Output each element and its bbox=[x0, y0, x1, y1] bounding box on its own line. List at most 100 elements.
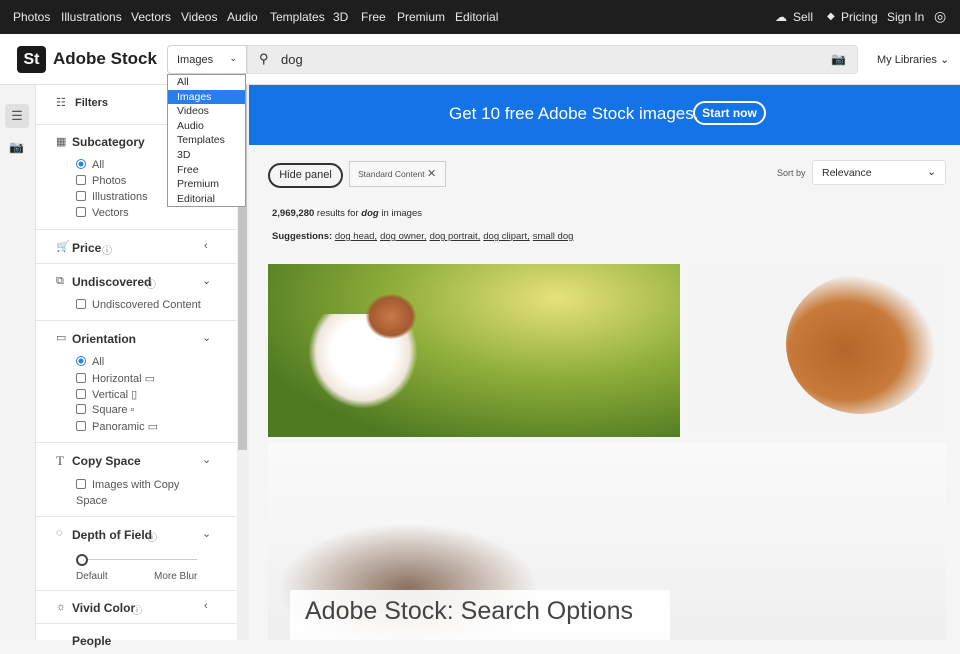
nav-videos[interactable]: Videos bbox=[181, 10, 217, 24]
depth-slider-track[interactable] bbox=[82, 559, 197, 560]
undiscovered-icon: ⧉ bbox=[56, 275, 64, 287]
price-section[interactable]: 🛒 Price ⓘ ‹ bbox=[36, 230, 237, 264]
dropdown-option-images[interactable]: Images bbox=[168, 89, 245, 105]
dropdown-option-videos[interactable]: Videos bbox=[168, 104, 245, 119]
my-libraries-button[interactable]: My Libraries ⌄ bbox=[877, 53, 949, 66]
nav-vectors[interactable]: Vectors bbox=[131, 10, 171, 24]
content-type-select[interactable]: Images ⌄ bbox=[167, 45, 247, 74]
nav-templates[interactable]: Templates bbox=[270, 10, 325, 24]
subcategory-vectors-checkbox[interactable]: Vectors bbox=[76, 207, 129, 219]
filters-title: Filters bbox=[75, 97, 109, 109]
dropdown-option-editorial[interactable]: Editorial bbox=[168, 192, 245, 207]
suggestion-link[interactable]: small dog bbox=[533, 231, 574, 242]
filters-icon: ☷ bbox=[56, 97, 66, 109]
results-count: 2,969,280 results for dog in images bbox=[272, 208, 422, 219]
dropdown-option-premium[interactable]: Premium bbox=[168, 177, 245, 192]
nav-illustrations[interactable]: Illustrations bbox=[61, 10, 122, 24]
text-icon: T bbox=[56, 453, 64, 468]
copy-space-title[interactable]: Copy Space bbox=[72, 454, 141, 468]
result-image-running-dog[interactable] bbox=[268, 264, 680, 437]
subcategory-illustrations-checkbox[interactable]: Illustrations bbox=[76, 191, 148, 203]
orientation-panoramic-checkbox[interactable]: Panoramic ▭ bbox=[76, 420, 158, 433]
start-now-button[interactable]: Start now bbox=[693, 101, 766, 125]
chevron-down-icon[interactable]: ⌄ bbox=[202, 274, 211, 287]
logo[interactable]: St bbox=[17, 46, 46, 73]
promo-banner: Get 10 free Adobe Stock images. Start no… bbox=[249, 85, 960, 145]
search-icon: ⚲ bbox=[259, 51, 269, 66]
suggestion-link[interactable]: dog clipart, bbox=[483, 231, 529, 242]
chevron-left-icon[interactable]: ‹ bbox=[204, 240, 208, 252]
chevron-down-icon[interactable]: ⌄ bbox=[202, 331, 211, 344]
dropdown-option-all[interactable]: All bbox=[168, 75, 245, 90]
orientation-square-checkbox[interactable]: Square ▫ bbox=[76, 404, 134, 416]
undiscovered-content-checkbox[interactable]: Undiscovered Content bbox=[76, 299, 201, 311]
side-rail: ☰ 📷 bbox=[0, 85, 36, 640]
copy-space-checkbox[interactable]: Images with Copy Space bbox=[76, 477, 186, 509]
depth-max-label: More Blur bbox=[154, 571, 198, 582]
camera-icon[interactable]: 📷 bbox=[9, 140, 24, 154]
camera-search-icon[interactable]: 📷 bbox=[831, 52, 846, 66]
nav-editorial[interactable]: Editorial bbox=[455, 10, 498, 24]
subcategory-photos-checkbox[interactable]: Photos bbox=[76, 175, 126, 187]
vivid-color-section[interactable]: ☼ Vivid Color ⓘ ‹ bbox=[36, 591, 237, 624]
depth-of-field-section: ◌ Depth of Field ⓘ ⌄ Default More Blur bbox=[36, 517, 237, 591]
result-image-puppy[interactable] bbox=[686, 264, 946, 437]
orientation-vertical-checkbox[interactable]: Vertical ▯ bbox=[76, 388, 137, 401]
chevron-left-icon[interactable]: ‹ bbox=[204, 600, 208, 612]
sort-select[interactable]: Relevance ⌄ bbox=[812, 160, 946, 185]
vivid-color-title: Vivid Color bbox=[72, 601, 136, 615]
dropdown-option-3d[interactable]: 3D bbox=[168, 148, 245, 163]
depth-of-field-title[interactable]: Depth of Field bbox=[72, 528, 152, 542]
undiscovered-title[interactable]: Undiscovered bbox=[72, 275, 151, 289]
standard-content-chip[interactable]: Standard Content ✕ bbox=[349, 161, 446, 187]
depth-slider-handle[interactable] bbox=[76, 554, 88, 566]
undiscovered-section: ⧉ Undiscovered ⓘ ⌄ Undiscovered Content bbox=[36, 264, 237, 321]
nav-photos[interactable]: Photos bbox=[13, 10, 50, 24]
nav-3d[interactable]: 3D bbox=[333, 10, 348, 24]
orientation-title[interactable]: Orientation bbox=[72, 332, 136, 346]
copy-space-section: T Copy Space ⌄ Images with Copy Space bbox=[36, 443, 237, 517]
subcategory-title[interactable]: Subcategory bbox=[72, 135, 145, 149]
header: St Adobe Stock Images ⌄ ⚲ dog 📷 My Librar… bbox=[0, 34, 960, 85]
nav-sell[interactable]: Sell bbox=[793, 10, 813, 24]
dog-head bbox=[366, 294, 416, 339]
close-icon[interactable]: ✕ bbox=[427, 168, 436, 180]
chevron-down-icon[interactable]: ⌄ bbox=[202, 453, 211, 466]
suggestion-link[interactable]: dog head, bbox=[335, 231, 377, 242]
hide-panel-button[interactable]: Hide panel bbox=[268, 163, 343, 188]
depth-min-label: Default bbox=[76, 571, 108, 582]
dropdown-option-free[interactable]: Free bbox=[168, 163, 245, 178]
search-box[interactable]: ⚲ dog 📷 bbox=[247, 45, 858, 74]
creative-cloud-icon[interactable]: ◎ bbox=[934, 8, 946, 25]
dropdown-option-audio[interactable]: Audio bbox=[168, 119, 245, 134]
nav-premium[interactable]: Premium bbox=[397, 10, 445, 24]
info-icon[interactable]: ⓘ bbox=[147, 529, 157, 544]
nav-pricing[interactable]: Pricing bbox=[841, 10, 878, 24]
content-type-value: Images bbox=[177, 54, 214, 66]
nav-audio[interactable]: Audio bbox=[227, 10, 258, 24]
price-title: Price bbox=[72, 241, 102, 255]
nav-free[interactable]: Free bbox=[361, 10, 386, 24]
sun-icon: ☼ bbox=[56, 601, 67, 613]
subcategory-all-radio[interactable]: All bbox=[76, 159, 104, 171]
filters-toggle-icon[interactable]: ☰ bbox=[5, 104, 29, 128]
brand-name[interactable]: Adobe Stock bbox=[53, 49, 157, 69]
cloud-upload-icon: ☁ bbox=[775, 10, 787, 24]
info-icon[interactable]: ⓘ bbox=[146, 276, 156, 291]
dropdown-option-templates[interactable]: Templates bbox=[168, 133, 245, 148]
sort-value: Relevance bbox=[822, 167, 872, 179]
chevron-down-icon: ⌄ bbox=[229, 53, 237, 63]
orientation-all-radio[interactable]: All bbox=[76, 356, 104, 368]
search-input[interactable]: dog bbox=[281, 52, 303, 67]
chevron-down-icon: ⌄ bbox=[927, 166, 936, 178]
rectangle-icon: ▭ bbox=[56, 332, 67, 344]
orientation-horizontal-checkbox[interactable]: Horizontal ▭ bbox=[76, 372, 155, 385]
chevron-down-icon[interactable]: ⌄ bbox=[202, 527, 211, 540]
suggestion-link[interactable]: dog portrait, bbox=[430, 231, 481, 242]
nav-sign-in[interactable]: Sign In bbox=[887, 10, 924, 24]
promo-text: Get 10 free Adobe Stock images. bbox=[449, 104, 699, 123]
info-icon[interactable]: ⓘ bbox=[102, 242, 112, 257]
people-section[interactable]: People bbox=[36, 624, 237, 654]
info-icon[interactable]: ⓘ bbox=[132, 602, 142, 617]
suggestion-link[interactable]: dog owner, bbox=[380, 231, 426, 242]
